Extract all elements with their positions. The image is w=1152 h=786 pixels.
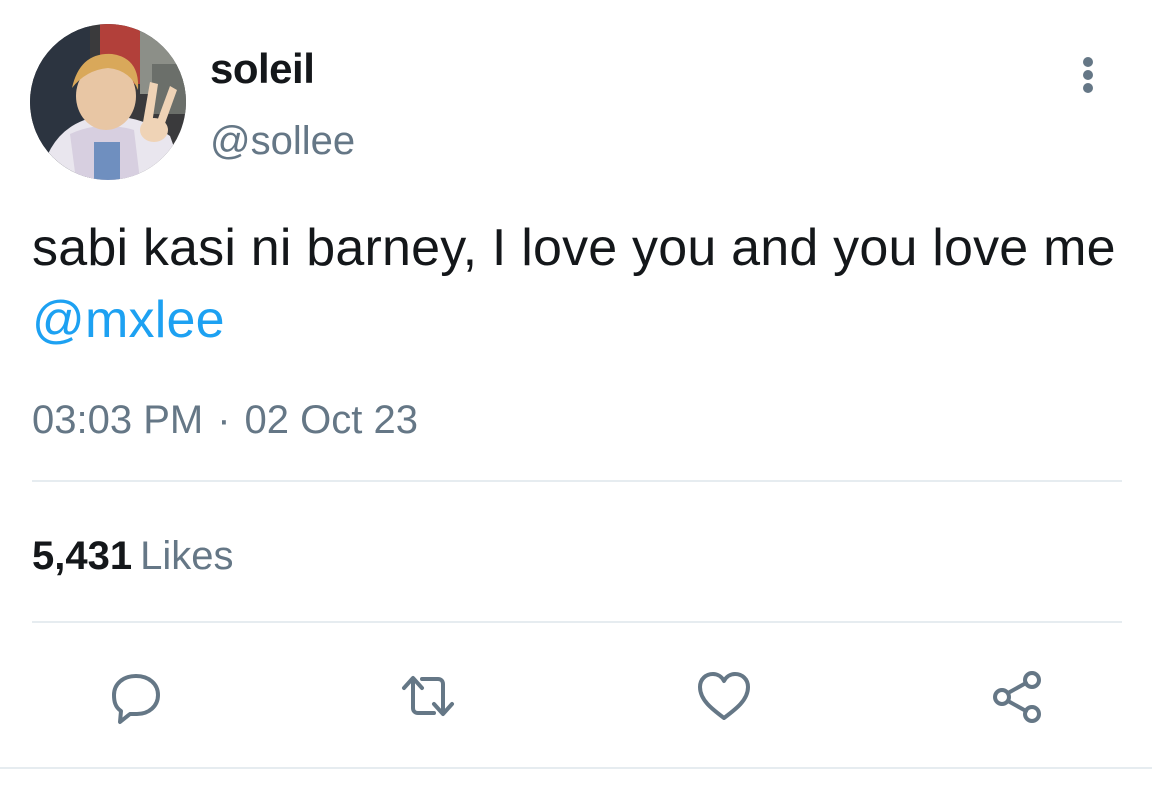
likes-label: Likes (140, 534, 234, 578)
tweet-date[interactable]: 02 Oct 23 (245, 398, 418, 442)
divider (32, 621, 1122, 623)
like-button[interactable] (692, 664, 756, 728)
likes-stat[interactable]: 5,431 Likes (32, 528, 234, 584)
tweet-body: sabi kasi ni barney, I love you and you … (32, 219, 1116, 277)
avatar-image (30, 24, 186, 180)
reply-button[interactable] (104, 664, 168, 728)
user-handle[interactable]: @sollee (210, 116, 355, 166)
more-vertical-icon (1083, 57, 1093, 93)
likes-count: 5,431 (32, 534, 133, 578)
reply-icon (112, 674, 160, 724)
divider (0, 767, 1152, 769)
retweet-button[interactable] (396, 664, 460, 728)
share-icon (993, 671, 1041, 723)
mention-link[interactable]: @mxlee (32, 291, 225, 349)
more-options-button[interactable] (1068, 50, 1108, 100)
share-button[interactable] (986, 664, 1050, 728)
divider (32, 480, 1122, 482)
avatar[interactable] (30, 24, 186, 180)
tweet-time[interactable]: 03:03 PM (32, 398, 203, 442)
tweet-text: sabi kasi ni barney, I love you and you … (32, 212, 1142, 356)
meta-separator: · (217, 398, 231, 442)
tweet-timestamp: 03:03 PM · 02 Oct 23 (32, 392, 418, 448)
display-name[interactable]: soleil (210, 44, 315, 94)
heart-icon (698, 672, 750, 720)
retweet-icon (402, 676, 454, 716)
